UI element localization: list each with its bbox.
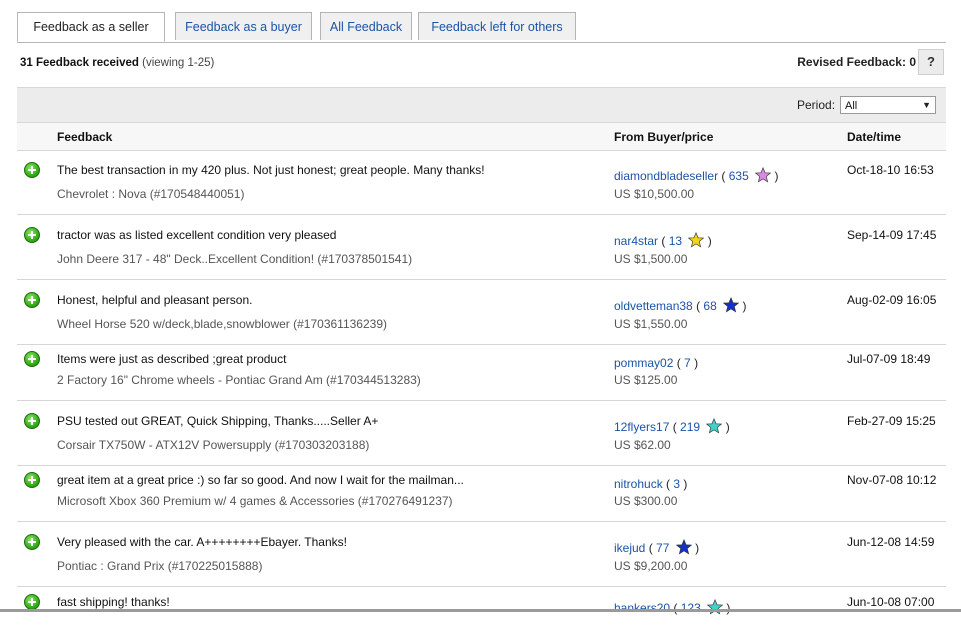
buyer-info: diamondbladeseller ( 635 ) [614,167,779,183]
buyer-info: hankers20 ( 123 ) [614,599,731,615]
feedback-row: The best transaction in my 420 plus. Not… [17,149,946,215]
feedback-row: Items were just as described ;great prod… [17,344,946,401]
tab-feedback-as-buyer[interactable]: Feedback as a buyer [175,12,312,40]
buyer-link[interactable]: nar4star [614,234,658,248]
feedback-star-icon [707,599,724,615]
buyer-info: pommay02 ( 7 ) [614,356,699,370]
chevron-down-icon: ▼ [922,100,931,110]
buyer-link[interactable]: oldvetteman38 [614,299,693,313]
positive-feedback-icon [24,594,40,610]
feedback-date: Sep-14-09 17:45 [847,228,937,242]
feedback-row: tractor was as listed excellent conditio… [17,214,946,280]
feedback-summary: 31 Feedback received (viewing 1-25) [20,57,214,69]
feedback-score-link[interactable]: 123 [681,601,701,615]
positive-feedback-icon [24,472,40,488]
feedback-comment: tractor was as listed excellent conditio… [57,228,337,242]
feedback-date: Feb-27-09 15:25 [847,414,936,428]
feedback-star-icon [723,297,740,313]
feedback-date: Nov-07-08 10:12 [847,473,937,487]
feedback-row: great item at a great price :) so far so… [17,465,946,522]
buyer-info: oldvetteman38 ( 68 ) [614,297,747,313]
sale-price: US $10,500.00 [614,187,695,201]
filter-bar: Period: All ▼ [17,87,946,123]
tab-all-feedback[interactable]: All Feedback [320,12,412,40]
feedback-comment: PSU tested out GREAT, Quick Shipping, Th… [57,414,379,428]
item-title: Microsoft Xbox 360 Premium w/ 4 games & … [57,494,453,508]
positive-feedback-icon [24,292,40,308]
feedback-score-link[interactable]: 7 [684,356,691,370]
feedback-star-icon [706,418,723,434]
period-value: All [845,100,858,112]
feedback-comment: Honest, helpful and pleasant person. [57,293,253,307]
feedback-date: Oct-18-10 16:53 [847,163,934,177]
feedback-date: Jun-10-08 07:00 [847,595,935,609]
sale-price: US $1,550.00 [614,317,688,331]
feedback-comment: great item at a great price :) so far so… [57,473,464,487]
help-button[interactable]: ? [918,49,944,75]
feedback-tabs: Feedback as a seller Feedback as a buyer… [17,12,946,43]
feedback-comment: Items were just as described ;great prod… [57,352,287,366]
feedback-star-icon [755,167,772,183]
tab-feedback-left-for-others[interactable]: Feedback left for others [418,12,576,40]
sale-price: US $62.00 [614,438,671,452]
buyer-link[interactable]: pommay02 [614,356,673,370]
feedback-row: fast shipping! thanks! hankers20 ( 123 ) J… [17,586,946,626]
item-title: Wheel Horse 520 w/deck,blade,snowblower … [57,317,387,331]
buyer-link[interactable]: 12flyers17 [614,420,669,434]
revised-feedback-count: Revised Feedback: 0 [797,55,916,69]
sale-price: US $9,200.00 [614,559,688,573]
period-label: Period: [797,98,836,112]
feedback-count: 31 Feedback received [20,57,139,69]
viewing-range: (viewing 1-25) [142,57,215,69]
buyer-link[interactable]: hankers20 [614,601,670,615]
buyer-info: 12flyers17 ( 219 ) [614,418,730,434]
buyer-info: ikejud ( 77 ) [614,539,700,555]
feedback-comment: The best transaction in my 420 plus. Not… [57,163,485,177]
feedback-star-icon [688,232,705,248]
buyer-info: nitrohuck ( 3 ) [614,477,688,491]
feedback-table-header: Feedback From Buyer/price Date/time [17,122,946,151]
feedback-date: Jul-07-09 18:49 [847,352,931,366]
item-title: 2 Factory 16" Chrome wheels - Pontiac Gr… [57,373,421,387]
positive-feedback-icon [24,227,40,243]
feedback-comment: Very pleased with the car. A++++++++Ebay… [57,535,347,549]
column-header-date: Date/time [847,130,902,144]
sale-price: US $300.00 [614,494,678,508]
positive-feedback-icon [24,351,40,367]
feedback-score-link[interactable]: 68 [703,299,716,313]
sale-price: US $125.00 [614,373,678,387]
positive-feedback-icon [24,413,40,429]
positive-feedback-icon [24,534,40,550]
tab-feedback-as-seller[interactable]: Feedback as a seller [17,12,165,42]
feedback-date: Aug-02-09 16:05 [847,293,937,307]
feedback-score-link[interactable]: 13 [669,234,682,248]
period-select[interactable]: All ▼ [840,96,936,114]
positive-feedback-icon [24,162,40,178]
feedback-score-link[interactable]: 635 [729,169,749,183]
column-header-from: From Buyer/price [614,130,714,144]
buyer-info: nar4star ( 13 ) [614,232,712,248]
feedback-comment: fast shipping! thanks! [57,595,170,609]
feedback-row: Very pleased with the car. A++++++++Ebay… [17,521,946,587]
item-title: Pontiac : Grand Prix (#170225015888) [57,559,263,573]
item-title: Corsair TX750W - ATX12V Powersupply (#17… [57,438,370,452]
buyer-link[interactable]: ikejud [614,541,645,555]
feedback-row: PSU tested out GREAT, Quick Shipping, Th… [17,400,946,466]
feedback-score-link[interactable]: 77 [656,541,669,555]
item-title: Chevrolet : Nova (#170548440051) [57,187,245,201]
feedback-row: Honest, helpful and pleasant person. Whee… [17,279,946,345]
item-title: John Deere 317 - 48" Deck..Excellent Con… [57,252,413,266]
feedback-date: Jun-12-08 14:59 [847,535,935,549]
column-header-feedback: Feedback [57,130,113,144]
sale-price: US $1,500.00 [614,252,688,266]
feedback-score-link[interactable]: 219 [680,420,700,434]
buyer-link[interactable]: diamondbladeseller [614,169,718,183]
feedback-star-icon [675,539,692,555]
feedback-score-link[interactable]: 3 [673,477,680,491]
buyer-link[interactable]: nitrohuck [614,477,663,491]
